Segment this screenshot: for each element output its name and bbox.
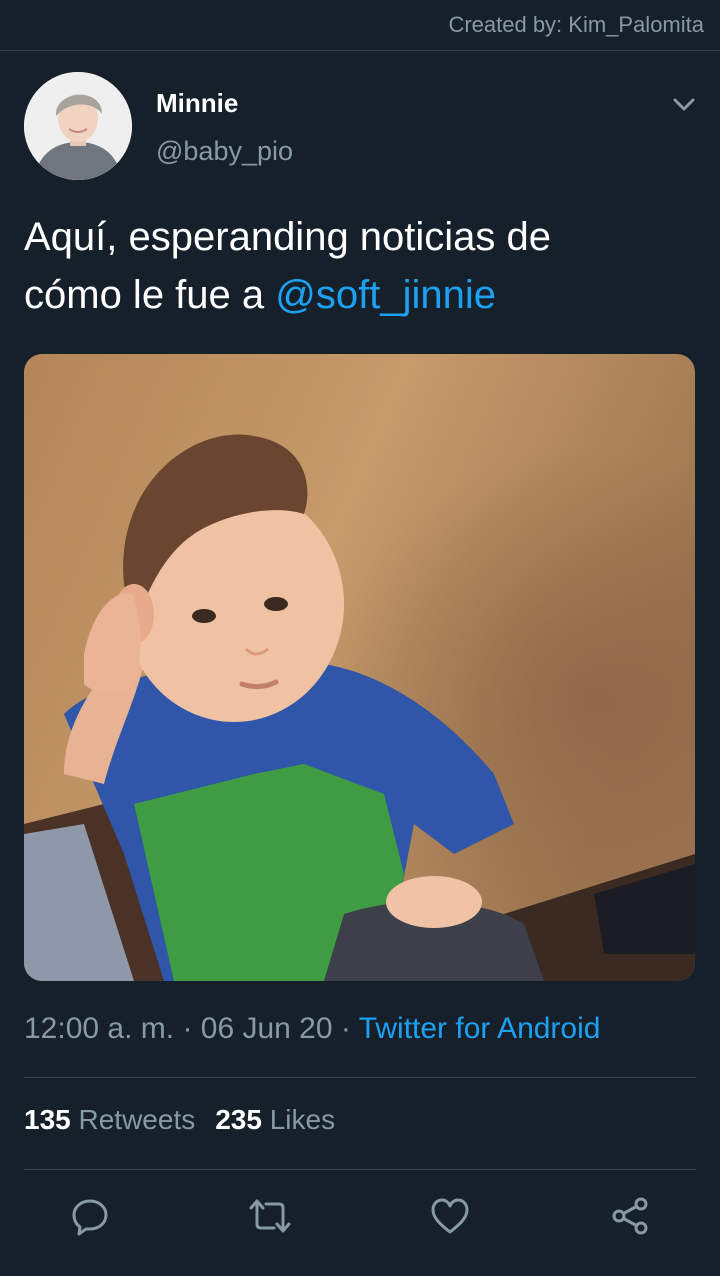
tweet-text: Aquí, esperanding noticias de cómo le fu… [24,208,696,324]
retweet-icon [249,1199,291,1233]
avatar[interactable] [24,72,132,180]
watermark-text: Created by: Kim_Palomita [448,12,704,37]
retweets-count: 135 [24,1104,71,1135]
meta-separator: · [182,1012,201,1045]
display-name[interactable]: Minnie [156,88,238,119]
tweet-media-image[interactable] [24,354,695,981]
tweet-time: 12:00 a. m. [24,1012,175,1045]
retweets-label: Retweets [78,1104,196,1135]
like-button[interactable] [428,1194,472,1238]
meta-separator: · [340,1012,359,1045]
retweet-button[interactable] [248,1194,292,1238]
media-photo [24,354,695,981]
heart-icon [431,1198,469,1234]
tweet-text-line-1: Aquí, esperanding noticias de [24,215,552,259]
reply-button[interactable] [68,1194,112,1238]
reply-icon [72,1199,108,1236]
share-button[interactable] [608,1194,652,1238]
retweets-stat[interactable]: 135 Retweets [24,1104,195,1135]
likes-count: 235 [215,1104,262,1135]
tweet-detail-screen: Created by: Kim_Palomita Minnie @baby_pi… [0,0,720,1276]
tweet-stats: 135 Retweets 235 Likes [24,1104,335,1136]
divider [24,1169,696,1170]
user-handle[interactable]: @baby_pio [156,136,293,167]
tweet-source-link[interactable]: Twitter for Android [359,1012,601,1045]
tweet-text-line-2-prefix: cómo le fue a [24,273,276,317]
tweet-text-line-2: cómo le fue a @soft_jinnie [24,266,696,324]
likes-label: Likes [269,1104,336,1135]
tweet-date: 06 Jun 20 [200,1012,333,1045]
watermark-bar: Created by: Kim_Palomita [0,0,720,51]
chevron-down-icon[interactable] [670,90,698,118]
avatar-image [24,72,132,180]
divider [24,1077,696,1078]
tweet-action-bar [0,1190,720,1242]
share-icon [612,1197,648,1235]
mention-link[interactable]: @soft_jinnie [275,273,496,317]
likes-stat[interactable]: 235 Likes [215,1104,335,1135]
tweet-meta: 12:00 a. m. · 06 Jun 20 · Twitter for An… [24,1012,600,1046]
